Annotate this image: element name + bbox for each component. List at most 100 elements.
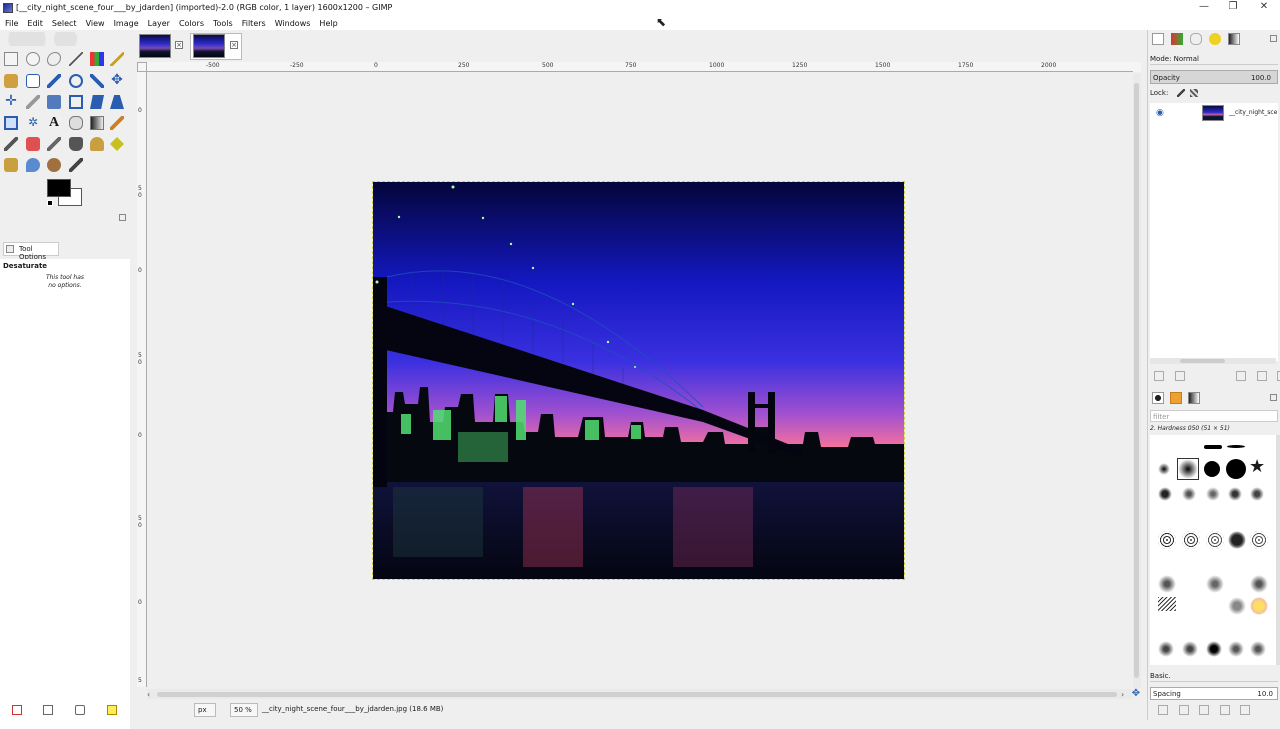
scissors-tool-icon[interactable] — [110, 52, 124, 66]
brush-item-selected[interactable] — [1177, 458, 1199, 480]
channels-tab-icon[interactable] — [1171, 33, 1183, 45]
configure-tab-icon[interactable] — [1270, 35, 1277, 42]
anchor-layer-icon[interactable] — [1256, 371, 1267, 381]
menu-windows[interactable]: Windows — [275, 19, 311, 28]
configure-tab-icon[interactable] — [1270, 394, 1277, 401]
close-icon[interactable]: × — [175, 41, 183, 49]
free-select-tool-icon[interactable] — [47, 52, 61, 66]
layer-row[interactable]: ◉ __city_night_sce — [1150, 105, 1278, 121]
brush-item[interactable] — [1228, 641, 1244, 657]
opacity-slider[interactable]: Opacity 100.0 — [1150, 70, 1278, 84]
layer-name[interactable]: __city_night_sce — [1229, 109, 1277, 116]
city-night-scene-image[interactable] — [372, 181, 905, 580]
rotate-tool-icon[interactable] — [47, 95, 61, 109]
menu-filters[interactable]: Filters — [242, 19, 266, 28]
brush-item[interactable] — [1182, 487, 1196, 501]
default-colors-icon[interactable] — [47, 200, 53, 206]
mode-select[interactable]: Mode: Normal — [1150, 53, 1278, 65]
new-layer-group-icon[interactable] — [1174, 371, 1185, 381]
raise-layer-icon[interactable] — [1195, 371, 1205, 381]
maximize-button[interactable]: ❐ — [1218, 0, 1248, 16]
text-tool-icon[interactable]: A — [47, 116, 61, 130]
lock-pixels-icon[interactable] — [1177, 89, 1185, 97]
menu-edit[interactable]: Edit — [27, 19, 43, 28]
blur-tool-icon[interactable] — [26, 158, 40, 172]
clone-tool-icon[interactable] — [90, 137, 104, 151]
lower-layer-icon[interactable] — [1216, 371, 1226, 381]
new-layer-icon[interactable] — [1154, 371, 1164, 381]
unified-transform-tool-icon[interactable] — [4, 116, 18, 130]
gradient-tool-icon[interactable] — [90, 116, 104, 130]
zoom-select[interactable]: 50 % — [230, 703, 258, 717]
layers-tab-icon[interactable] — [1152, 33, 1164, 45]
select-by-color-tool-icon[interactable] — [90, 52, 104, 66]
scroll-left-icon[interactable]: ‹ — [147, 690, 150, 699]
paintbrush-tool-icon[interactable] — [4, 137, 18, 151]
undo-history-tab-icon[interactable] — [1209, 33, 1221, 45]
eraser-tool-icon[interactable] — [26, 137, 40, 151]
refresh-brushes-icon[interactable] — [1240, 705, 1251, 715]
duplicate-brush-icon[interactable] — [1199, 705, 1210, 715]
brush-item[interactable] — [1206, 641, 1222, 657]
brush-item[interactable] — [1228, 487, 1242, 501]
brush-item[interactable] — [1226, 459, 1246, 479]
brush-item[interactable] — [1182, 641, 1198, 657]
airbrush-tool-icon[interactable] — [47, 137, 61, 151]
zoom-lock-icon[interactable] — [1133, 62, 1141, 72]
brush-item[interactable] — [1206, 531, 1224, 549]
spacing-slider[interactable]: Spacing 10.0 — [1150, 687, 1278, 700]
lock-alpha-icon[interactable] — [1190, 89, 1198, 97]
perspective-tool-icon[interactable] — [110, 95, 124, 109]
horizontal-scroll-thumb[interactable] — [157, 692, 1117, 697]
scroll-right-icon[interactable]: › — [1121, 690, 1124, 699]
minimize-button[interactable]: — — [1189, 0, 1219, 16]
brush-item[interactable] — [1250, 487, 1264, 501]
ink-tool-icon[interactable] — [69, 137, 83, 151]
delete-tool-preset-icon[interactable] — [75, 705, 85, 715]
new-brush-icon[interactable] — [1178, 705, 1189, 715]
image-tab-thumbnail-1[interactable] — [139, 34, 171, 58]
crop-tool-icon[interactable] — [26, 95, 40, 109]
brush-item[interactable] — [1158, 487, 1172, 501]
duplicate-layer-icon[interactable] — [1236, 371, 1247, 381]
brushes-tab-icon[interactable] — [1152, 392, 1164, 404]
bucket-fill-tool-icon[interactable] — [69, 116, 83, 130]
brush-item[interactable] — [1206, 575, 1224, 593]
menu-view[interactable]: View — [86, 19, 105, 28]
menu-image[interactable]: Image — [114, 19, 139, 28]
brush-item[interactable] — [1228, 531, 1246, 549]
brush-item[interactable] — [1227, 445, 1245, 448]
menu-file[interactable]: File — [5, 19, 18, 28]
paths-tool-icon[interactable] — [26, 74, 40, 88]
vertical-scroll-thumb[interactable] — [1134, 83, 1139, 678]
edit-brush-icon[interactable] — [1158, 705, 1168, 715]
brush-preset-select[interactable]: Basic. — [1150, 670, 1278, 682]
brush-item[interactable] — [1206, 487, 1220, 501]
zoom-tool-icon[interactable] — [69, 74, 83, 88]
brush-item[interactable] — [1158, 575, 1176, 593]
save-tool-preset-icon[interactable] — [12, 705, 22, 715]
brush-item[interactable] — [1250, 597, 1268, 615]
heal-tool-icon[interactable] — [110, 137, 124, 151]
navigate-icon[interactable]: ✥ — [1131, 689, 1141, 699]
gradients-tab-icon[interactable] — [1228, 33, 1240, 45]
color-picker-tool-icon[interactable] — [47, 74, 61, 88]
brush-item[interactable] — [1158, 463, 1170, 475]
restore-tool-preset-icon[interactable] — [43, 705, 53, 715]
paths-tab-icon[interactable] — [1190, 33, 1202, 45]
brush-item[interactable] — [1204, 461, 1220, 477]
vertical-scrollbar[interactable] — [1133, 73, 1141, 688]
fuzzy-select-tool-icon[interactable] — [69, 52, 83, 66]
smudge-tool-icon[interactable] — [47, 158, 61, 172]
horizontal-scrollbar[interactable]: ‹ › — [147, 689, 1133, 699]
reset-tool-options-icon[interactable] — [107, 705, 117, 715]
menu-colors[interactable]: Colors — [179, 19, 204, 28]
brush-item[interactable] — [1250, 641, 1266, 657]
brush-grid[interactable]: ★ — [1150, 435, 1276, 665]
foreground-color-swatch[interactable] — [47, 179, 71, 197]
brush-item[interactable] — [1158, 641, 1174, 657]
tool-options-tab[interactable]: Tool Options — [3, 242, 59, 261]
close-icon[interactable]: × — [230, 41, 238, 49]
layers-hscroll-thumb[interactable] — [1180, 359, 1225, 363]
scale-tool-icon[interactable] — [69, 95, 83, 109]
